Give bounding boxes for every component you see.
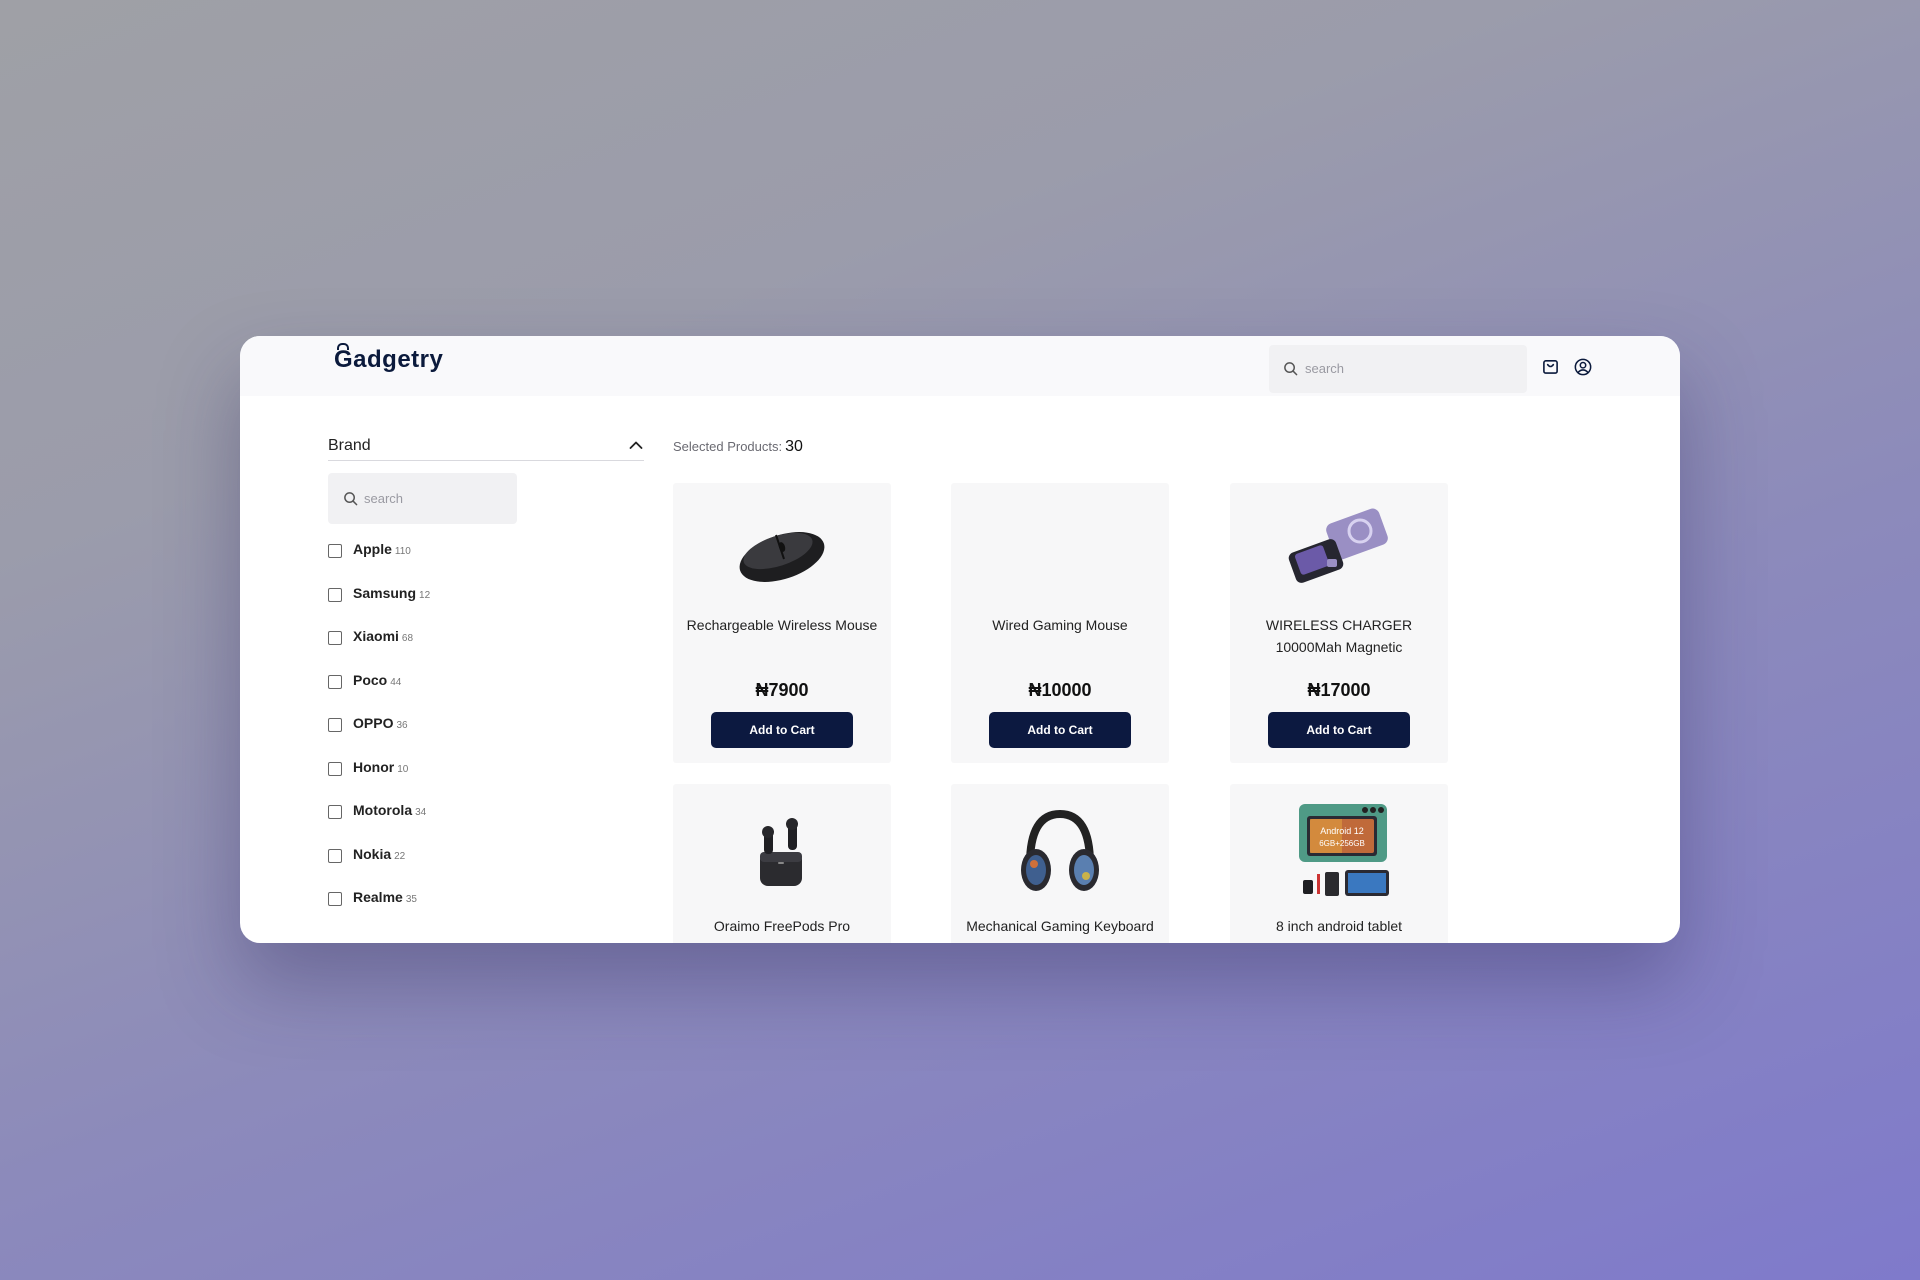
selected-products-label: Selected Products: xyxy=(673,439,783,454)
checkbox[interactable] xyxy=(328,631,342,645)
tablet-image: Android 12 6GB+256GB xyxy=(1299,804,1389,896)
headphones-image xyxy=(1021,809,1099,891)
product-card[interactable]: Android 12 6GB+256GB 8 inch android tabl… xyxy=(1230,784,1448,943)
brand-name: Realme xyxy=(353,889,403,905)
tablet-screen-text: 6GB+256GB xyxy=(1319,839,1365,848)
logo-text: Gadgetry xyxy=(334,346,444,373)
brand-count: 35 xyxy=(405,894,417,905)
app-window: Gadgetry search Brand search Apple 110 S… xyxy=(240,336,1680,943)
brand-count: 44 xyxy=(390,677,402,688)
brand-filter-item-poco[interactable]: Poco 44 xyxy=(328,671,588,695)
product-card[interactable]: Oraimo FreePods Pro xyxy=(673,784,891,943)
product-price: ₦7900 xyxy=(755,680,809,700)
brand-count: 10 xyxy=(397,764,409,775)
product-card[interactable]: Mechanical Gaming Keyboard xyxy=(951,784,1169,943)
brand-count: 36 xyxy=(396,720,408,731)
product-title[interactable]: WIRELESS CHARGER 10000Mah Magnetic xyxy=(1236,614,1442,658)
power-bank-image xyxy=(1288,508,1388,583)
earbuds-image xyxy=(760,818,802,886)
brand-filter-item-oppo[interactable]: OPPO 36 xyxy=(328,714,588,738)
brand-filter-item-apple[interactable]: Apple 110 xyxy=(328,540,588,564)
product-card[interactable]: WIRELESS CHARGER 10000Mah Magnetic ₦1700… xyxy=(1230,483,1448,763)
product-card[interactable]: Rechargeable Wireless Mouse ₦7900 Add to… xyxy=(673,483,891,763)
top-bar: Gadgetry search xyxy=(240,336,1680,396)
brand-filter-item-samsung[interactable]: Samsung 12 xyxy=(328,584,588,608)
chevron-up-icon[interactable] xyxy=(629,440,643,450)
brand-name: Apple xyxy=(353,541,392,557)
checkbox[interactable] xyxy=(328,588,342,602)
header-search-input[interactable]: search xyxy=(1269,345,1527,393)
logo[interactable]: Gadgetry xyxy=(334,343,444,374)
shopping-bag-icon[interactable] xyxy=(1542,358,1559,375)
divider xyxy=(328,460,644,461)
checkbox[interactable] xyxy=(328,762,342,776)
search-placeholder: search xyxy=(1305,361,1345,376)
user-account-icon[interactable] xyxy=(1574,358,1592,376)
selected-products-summary: Selected Products: 30 xyxy=(673,438,803,456)
brand-name: Motorola xyxy=(353,802,413,818)
brand-name: OPPO xyxy=(353,715,394,731)
brand-name: Samsung xyxy=(353,585,417,601)
selected-products-count: 30 xyxy=(785,438,803,455)
brand-filter-item-nokia[interactable]: Nokia 22 xyxy=(328,845,588,869)
brand-filter-item-motorola[interactable]: Motorola 34 xyxy=(328,801,588,825)
checkbox[interactable] xyxy=(328,675,342,689)
checkbox[interactable] xyxy=(328,849,342,863)
product-title[interactable]: Wired Gaming Mouse xyxy=(957,614,1163,636)
brand-count: 110 xyxy=(394,546,411,557)
shopping-bag-logo-icon xyxy=(337,343,349,350)
brand-count: 68 xyxy=(401,633,414,644)
brand-count: 12 xyxy=(419,590,431,601)
checkbox[interactable] xyxy=(328,892,342,906)
brand-filter-title: Brand xyxy=(328,437,371,454)
brand-filter-item-honor[interactable]: Honor 10 xyxy=(328,758,588,782)
brand-name: Xiaomi xyxy=(353,628,399,644)
product-title[interactable]: Rechargeable Wireless Mouse xyxy=(679,614,885,636)
brand-count: 22 xyxy=(394,851,406,862)
brand-filter-item-realme[interactable]: Realme 35 xyxy=(328,888,588,912)
brand-search-input[interactable]: search xyxy=(328,473,517,524)
add-to-cart-button[interactable]: Add to Cart xyxy=(711,712,853,748)
add-to-cart-button[interactable]: Add to Cart xyxy=(989,712,1131,748)
product-price: ₦10000 xyxy=(1028,680,1092,700)
product-title[interactable]: Mechanical Gaming Keyboard xyxy=(957,915,1163,937)
checkbox[interactable] xyxy=(328,544,342,558)
checkbox[interactable] xyxy=(328,718,342,732)
search-placeholder: search xyxy=(364,491,404,506)
checkbox[interactable] xyxy=(328,805,342,819)
product-card[interactable]: Wired Gaming Mouse ₦10000 Add to Cart xyxy=(951,483,1169,763)
brand-filter-item-xiaomi[interactable]: Xiaomi 68 xyxy=(328,627,588,651)
brand-name: Poco xyxy=(353,672,388,688)
brand-name: Honor xyxy=(353,759,395,775)
tablet-screen-text: Android 12 xyxy=(1320,826,1364,836)
brand-count: 34 xyxy=(415,807,427,818)
add-to-cart-button[interactable]: Add to Cart xyxy=(1268,712,1410,748)
search-icon xyxy=(1284,362,1298,376)
brand-name: Nokia xyxy=(353,846,392,862)
product-title[interactable]: 8 inch android tablet xyxy=(1236,915,1442,937)
wireless-mouse-image xyxy=(739,532,825,582)
product-title[interactable]: Oraimo FreePods Pro xyxy=(679,915,885,937)
product-price: ₦17000 xyxy=(1307,680,1371,700)
search-icon xyxy=(344,492,358,506)
